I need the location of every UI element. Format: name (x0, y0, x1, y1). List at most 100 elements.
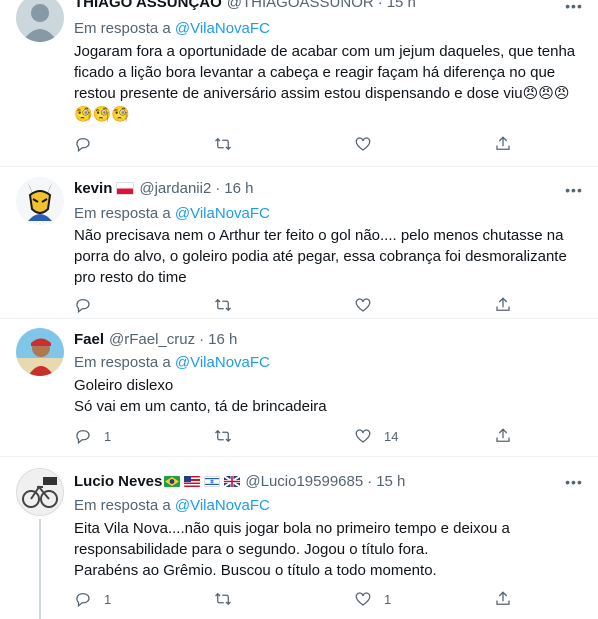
reply-button[interactable]: 1 (74, 589, 164, 609)
retweet-icon (215, 592, 231, 606)
user-name[interactable]: THIAGO ASSUNÇÃO (74, 0, 222, 11)
share-icon (496, 136, 510, 150)
user-name[interactable]: kevin (74, 180, 112, 197)
retweet-icon (215, 137, 231, 151)
more-icon[interactable]: ••• (564, 180, 584, 200)
reply-context: Em resposta a @VilaNovaFC (74, 20, 270, 37)
user-handle[interactable]: @rFael_cruz (109, 331, 195, 348)
share-icon (496, 591, 510, 605)
like-count: 14 (384, 428, 399, 444)
timestamp[interactable]: 15 h (387, 0, 416, 11)
tweet-text-line: responsabilidade para o segundo. Jogou o… (74, 541, 429, 558)
like-button[interactable]: 14 (354, 426, 444, 446)
like-icon (355, 429, 371, 443)
thread-line (39, 519, 41, 619)
reply-context: Em resposta a @VilaNovaFC (74, 497, 270, 514)
tweet-text-line: 🧐🧐🧐 (74, 106, 131, 123)
tweet-header: Fael @rFael_cruz · 16 h (74, 331, 237, 348)
tweet-text-line: pro resto do time (74, 269, 187, 286)
reply-button[interactable] (74, 134, 164, 154)
like-count: 1 (384, 591, 392, 607)
poland-flag-icon (116, 182, 135, 195)
more-icon[interactable]: ••• (564, 0, 584, 16)
share-button[interactable] (494, 134, 514, 154)
reply-prefix: Em resposta a (74, 20, 171, 37)
tweet-card[interactable]: kevin @jardanii2 · 16 h ••• Em resposta … (0, 167, 598, 319)
retweet-button[interactable] (214, 589, 304, 609)
reply-icon (76, 138, 90, 153)
separator-dot: · (367, 473, 373, 490)
user-handle[interactable]: @jardanii2 (139, 180, 211, 197)
retweet-button[interactable] (214, 295, 304, 315)
avatar[interactable] (16, 177, 64, 225)
user-name[interactable]: Lucio Neves (74, 473, 162, 490)
tweet-text-line: Jogaram fora a oportunidade de acabar co… (74, 43, 576, 60)
separator-dot: · (377, 0, 383, 11)
timestamp[interactable]: 16 h (208, 331, 237, 348)
retweet-button[interactable] (214, 426, 304, 446)
tweet-actions (74, 295, 514, 315)
israel-flag-icon (204, 476, 221, 487)
tweet-header: kevin @jardanii2 · 16 h (74, 180, 254, 197)
tweet-text: Jogaram fora a oportunidade de acabar co… (74, 41, 582, 125)
timestamp[interactable]: 15 h (376, 473, 405, 490)
like-button[interactable] (354, 134, 444, 154)
tweet-actions (74, 134, 514, 154)
tweet-text: Eita Vila Nova....não quis jogar bola no… (74, 518, 582, 581)
like-icon (355, 298, 371, 312)
reply-context: Em resposta a @VilaNovaFC (74, 205, 270, 222)
retweet-icon (215, 429, 231, 443)
share-button[interactable] (494, 295, 514, 315)
uk-flag-icon (224, 476, 241, 487)
like-button[interactable] (354, 295, 444, 315)
tweet-text: Não precisava nem o Arthur ter feito o g… (74, 225, 582, 288)
more-icon[interactable]: ••• (564, 472, 584, 492)
retweet-button[interactable] (214, 134, 304, 154)
like-icon (355, 592, 371, 606)
tweet-card[interactable]: Lucio Neves @Lucio19599685 · 15 h ••• Em… (0, 457, 598, 619)
retweet-icon (215, 298, 231, 312)
user-name[interactable]: Fael (74, 331, 104, 348)
tweet-text-line: Parabéns ao Grêmio. Buscou o título a to… (74, 562, 437, 579)
reply-context: Em resposta a @VilaNovaFC (74, 354, 270, 371)
tweet-text-line: Goleiro dislexo (74, 377, 174, 394)
tweet-actions: 1 1 (74, 589, 514, 609)
usa-flag-icon (184, 476, 201, 487)
user-handle[interactable]: @THIAGOASSUNOR (227, 0, 374, 11)
avatar[interactable] (16, 328, 64, 376)
default-avatar[interactable] (16, 0, 64, 42)
reply-mention-link[interactable]: @VilaNovaFC (175, 354, 270, 371)
reply-mention-link[interactable]: @VilaNovaFC (175, 20, 270, 37)
tweet-actions: 1 14 (74, 426, 514, 446)
brazil-flag-icon (164, 476, 181, 487)
reply-prefix: Em resposta a (74, 497, 171, 514)
user-handle[interactable]: @Lucio19599685 (245, 473, 363, 490)
tweet-card[interactable]: Fael @rFael_cruz · 16 h Em resposta a @V… (0, 319, 598, 457)
reply-count: 1 (104, 428, 112, 444)
timestamp[interactable]: 16 h (224, 180, 253, 197)
separator-dot: · (215, 180, 221, 197)
tweet-text-line: Eita Vila Nova....não quis jogar bola no… (74, 520, 510, 537)
reply-count: 1 (104, 591, 112, 607)
reply-icon (76, 430, 90, 445)
reply-icon (76, 299, 90, 314)
tweet-text-line: ficado a lição bora levantar a cabeça e … (74, 64, 556, 81)
like-button[interactable]: 1 (354, 589, 444, 609)
reply-mention-link[interactable]: @VilaNovaFC (175, 205, 270, 222)
reply-mention-link[interactable]: @VilaNovaFC (175, 497, 270, 514)
like-icon (355, 137, 371, 151)
tweet-text-line: restou presente de aniversário assim est… (74, 85, 570, 102)
share-button[interactable] (494, 426, 514, 446)
tweet-header: Lucio Neves @Lucio19599685 · 15 h (74, 473, 405, 490)
reply-prefix: Em resposta a (74, 205, 171, 222)
reply-icon (76, 593, 90, 608)
separator-dot: · (199, 331, 205, 348)
reply-button[interactable] (74, 295, 164, 315)
tweet-card[interactable]: THIAGO ASSUNÇÃO @THIAGOASSUNOR · 15 h ••… (0, 0, 598, 167)
share-button[interactable] (494, 589, 514, 609)
reply-button[interactable]: 1 (74, 426, 164, 446)
tweet-text-line: porra do alvo, o goleiro podia até pegar… (74, 248, 567, 265)
avatar[interactable] (16, 468, 64, 516)
tweet-text-line: Não precisava nem o Arthur ter feito o g… (74, 227, 564, 244)
reply-prefix: Em resposta a (74, 354, 171, 371)
